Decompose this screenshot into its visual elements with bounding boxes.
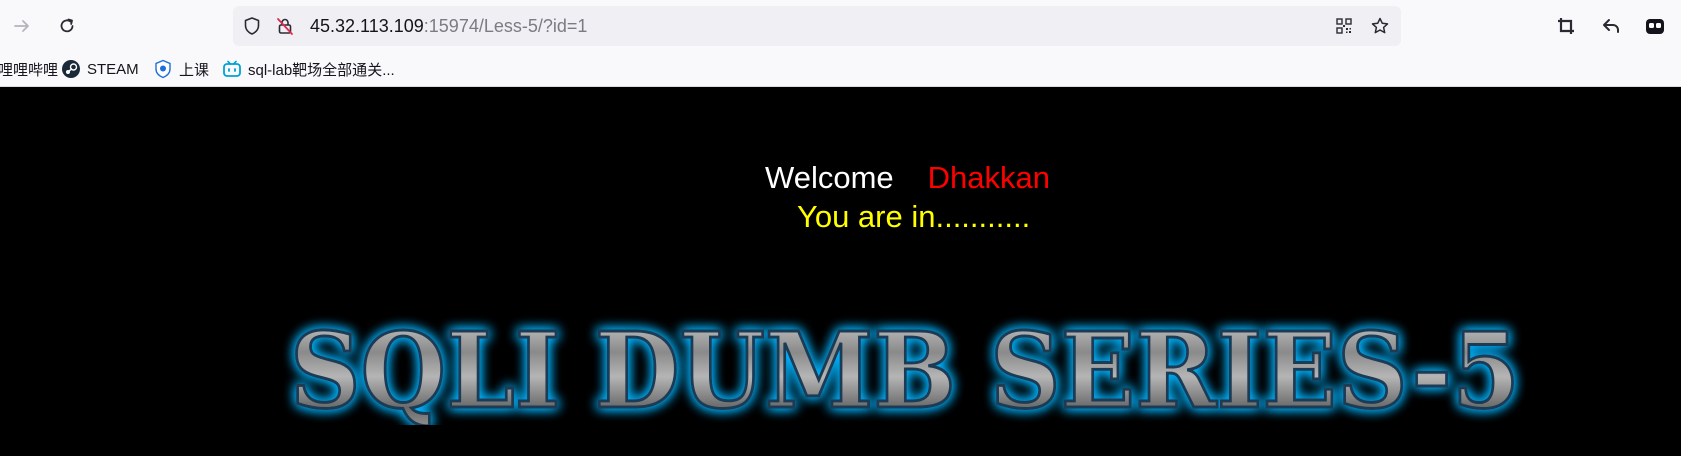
browser-toolbar: 45.32.113.109:15974/Less-5/?id=1 — [0, 0, 1681, 52]
extension-button[interactable] — [1641, 12, 1669, 40]
steam-icon — [62, 60, 80, 78]
class-icon — [155, 59, 171, 79]
star-icon[interactable] — [1370, 16, 1390, 36]
bookmark-label: 上课 — [179, 61, 210, 79]
welcome-line: Welcome Dhakkan — [765, 160, 1050, 196]
bookmarks-toolbar: 哩哩哔哩 STEAM 上课 sql-lab靶场全部通关... — [0, 52, 1681, 86]
bookmark-bilibili[interactable]: 哩哩哔哩 — [0, 58, 58, 80]
address-bar[interactable]: 45.32.113.109:15974/Less-5/?id=1 — [233, 6, 1401, 46]
arrow-right-icon — [14, 20, 29, 32]
welcome-text: Welcome — [765, 160, 894, 195]
insecure-lock-icon[interactable] — [275, 16, 295, 36]
screenshot-button[interactable] — [1552, 12, 1580, 40]
browser-chrome: 45.32.113.109:15974/Less-5/?id=1 哩哩哔哩 ST… — [0, 0, 1681, 87]
qr-code-icon[interactable] — [1334, 16, 1354, 36]
shield-icon[interactable] — [242, 16, 262, 36]
url-path: :15974/Less-5/?id=1 — [423, 16, 588, 36]
banner-title: SQLI DUMB SERIES-5 — [290, 315, 1520, 425]
bookmark-label: STEAM — [87, 60, 139, 78]
bookmark-label: 哩哩哔哩 — [0, 61, 59, 79]
reload-button[interactable] — [53, 12, 81, 40]
sqli-dumb-series-banner: SQLI DUMB SERIES-5 — [289, 315, 1522, 425]
url-host: 45.32.113.109 — [310, 16, 424, 36]
url-field[interactable]: 45.32.113.109:15974/Less-5/?id=1 — [310, 15, 587, 37]
extension-icon — [1646, 19, 1664, 34]
bookmark-class[interactable]: 上课 — [153, 58, 209, 80]
bookmark-steam[interactable]: STEAM — [61, 58, 139, 80]
page-content: Welcome Dhakkan You are in........... SQ… — [0, 87, 1681, 456]
undo-icon — [1603, 19, 1619, 33]
undo-button[interactable] — [1597, 12, 1625, 40]
crop-icon — [1558, 18, 1574, 34]
user-name: Dhakkan — [927, 160, 1050, 195]
bilibili-tv-icon — [223, 60, 241, 77]
reload-icon — [60, 18, 74, 33]
forward-button[interactable] — [8, 12, 36, 40]
login-status: You are in........... — [797, 199, 1031, 234]
bookmark-sql-lab[interactable]: sql-lab靶场全部通关... — [222, 58, 395, 80]
bookmark-label: sql-lab靶场全部通关... — [248, 61, 395, 79]
